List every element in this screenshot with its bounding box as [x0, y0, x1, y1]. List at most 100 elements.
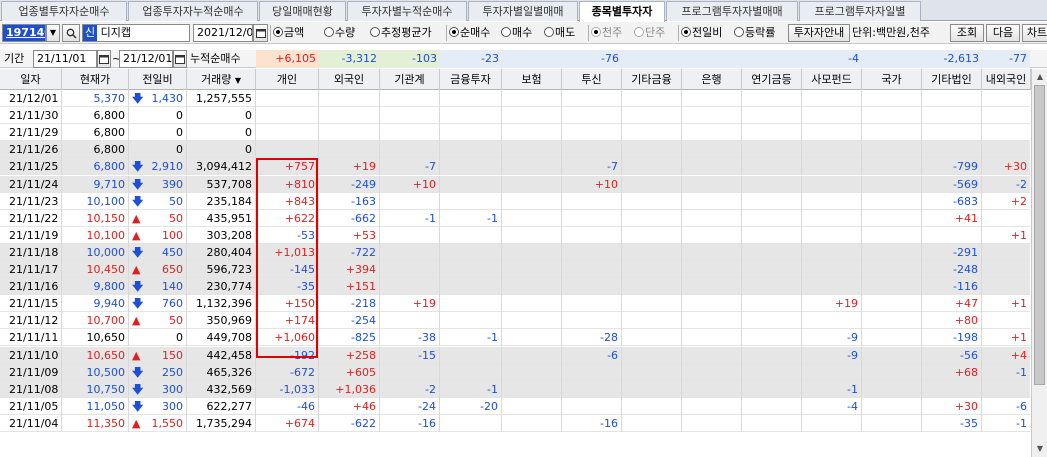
period-from-input[interactable]: 21/11/01 — [33, 50, 97, 68]
col-insurance[interactable]: 보험 — [502, 69, 562, 90]
radio-thousand-shares[interactable]: 천주 — [591, 24, 622, 42]
table-row[interactable]: 21/11/25 6,800 🡇 2,910 3,094,412 +757 +19 -7 -7-… — [0, 158, 1030, 176]
tab-investor-daily[interactable]: 투자자별일별매매 — [468, 1, 578, 21]
col-change[interactable]: 전일비 — [129, 69, 187, 90]
col-bank[interactable]: 은행 — [682, 69, 742, 90]
date-input[interactable]: 2021/12/01 — [193, 24, 253, 42]
calendar-button[interactable] — [253, 24, 268, 42]
radio-net-buy[interactable]: 순매수 — [449, 24, 490, 42]
col-private-fund[interactable]: 사모펀드 — [802, 69, 862, 90]
col-individual[interactable]: 개인 — [256, 69, 319, 90]
col-nation[interactable]: 국가 — [862, 69, 922, 90]
period-to-calendar-button[interactable] — [173, 50, 187, 68]
cell-date: 21/11/25 — [0, 158, 62, 176]
radio-amount[interactable]: 금액 — [273, 24, 304, 42]
cell-etccorp: -569 — [922, 175, 982, 193]
cell-inst: +19 — [380, 295, 440, 313]
table-row[interactable]: 21/12/01 5,370 🡇 1,430 1,257,555 — [0, 90, 1030, 107]
tab-sector-cum-net[interactable]: 업종투자자누적순매수 — [128, 1, 258, 21]
scroll-thumb[interactable] — [1034, 85, 1045, 385]
cell-chg: 🡇 1,430 — [129, 90, 187, 107]
table-row[interactable]: 21/11/26 6,800 0 0 — [0, 141, 1030, 159]
stock-name: 디지캡 — [100, 26, 131, 39]
cell-inst — [380, 261, 440, 278]
col-financial-investment[interactable]: 금융투자 — [440, 69, 502, 90]
cell-etcfin — [622, 261, 682, 278]
cell-ind: -192 — [256, 346, 319, 364]
cell-inst — [380, 278, 440, 296]
cell-pension — [742, 107, 802, 125]
table-row[interactable]: 21/11/18 10,000 🡇 450 280,404 +1,013 -722 -291 — [0, 243, 1030, 261]
radio-unit-shares[interactable]: 단주 — [634, 24, 665, 42]
search-button[interactable] — [62, 24, 80, 42]
cell-pension — [742, 124, 802, 142]
col-other-corp[interactable]: 기타법인 — [922, 69, 982, 90]
table-row[interactable]: 21/11/15 9,940 🡇 760 1,132,396 +150 -218 +19 +19… — [0, 295, 1030, 313]
change-value: 50 — [169, 314, 183, 328]
period-to-input[interactable]: 21/12/01 — [119, 50, 173, 68]
table-row[interactable]: 21/11/09 10,500 🡇 250 465,326 -672 +605 +68 -1 — [0, 363, 1030, 381]
cell-vol: 435,951 — [187, 209, 256, 227]
cell-chg: ▲ 650 — [129, 261, 187, 278]
tab-daily-trade-status[interactable]: 당일매매현황 — [259, 1, 346, 21]
cell-ind: +1,013 — [256, 243, 319, 261]
table-row[interactable]: 21/11/08 10,750 🡇 300 432,569 -1,033 +1,036 -2-… — [0, 380, 1030, 398]
radio-prev-day[interactable]: 전일비 — [681, 24, 722, 42]
query-button[interactable]: 조회 — [950, 24, 984, 42]
investor-guide-button[interactable]: 투자자안내 — [788, 24, 850, 42]
col-foreign[interactable]: 외국인 — [319, 69, 380, 90]
table-row[interactable]: 21/11/04 11,350 ▲ 1,550 1,735,294 +674 -622 -16… — [0, 414, 1030, 432]
table-row[interactable]: 21/11/12 10,700 ▲ 50 350,969 +174 -254 +80 — [0, 312, 1030, 330]
table-row[interactable]: 21/11/29 6,800 0 0 — [0, 124, 1030, 142]
chart-button[interactable]: 차트 — [1022, 24, 1047, 42]
unit-label: 단위:백만원,천주 — [852, 26, 931, 39]
tab-sector-investor-net[interactable]: 업종별투자자순매수 — [1, 1, 127, 21]
scroll-down-icon[interactable]: ▼ — [1035, 444, 1045, 454]
table-row[interactable]: 21/11/30 6,800 0 0 — [0, 107, 1030, 125]
cell-pension — [742, 192, 802, 210]
data-grid[interactable]: 21/12/01 5,370 🡇 1,430 1,257,555 21/11/30 6,80… — [0, 90, 1030, 457]
col-date[interactable]: 일자 — [0, 69, 62, 90]
radio-change-rate[interactable]: 등락률 — [734, 24, 775, 42]
table-row[interactable]: 21/11/16 9,800 🡇 140 230,774 -35 +151 -116 — [0, 278, 1030, 296]
stock-name-field[interactable]: 신 디지캡 — [82, 24, 190, 42]
period-from-calendar-button[interactable] — [97, 50, 111, 68]
col-trust[interactable]: 투신 — [562, 69, 622, 90]
up-triangle-icon: ▲ — [132, 348, 141, 362]
cell-trust: -6 — [562, 346, 622, 364]
table-row[interactable]: 21/11/11 10,650 0 449,708 +1,060 -825 -38 -1 -28… — [0, 329, 1030, 347]
table-row[interactable]: 21/11/05 11,050 🡇 300 622,277 -46 +46 -24 -20 -4 +… — [0, 397, 1030, 415]
cell-etccorp — [922, 141, 982, 159]
table-row[interactable]: 21/11/10 10,650 ▲ 150 442,458 -192 +258 -15 -6 -9… — [0, 346, 1030, 364]
tab-stock-investor[interactable]: 종목별투자자 — [579, 1, 665, 22]
cell-nat — [862, 397, 922, 415]
stock-code-input[interactable]: 197140 — [2, 24, 46, 42]
table-row[interactable]: 21/11/17 10,450 ▲ 650 596,723 -145 +394 -248 — [0, 261, 1030, 278]
col-pension[interactable]: 연기금등 — [742, 69, 802, 90]
code-dropdown-button[interactable]: ▼ — [46, 24, 60, 42]
table-row[interactable]: 21/11/19 10,100 ▲ 100 303,208 -53 +53 +1 — [0, 226, 1030, 244]
cell-vol: 1,257,555 — [187, 90, 256, 107]
col-other-finance[interactable]: 기타금융 — [622, 69, 682, 90]
table-row[interactable]: 21/11/22 10,150 ▲ 50 435,951 +622 -662 -1 -1 +41 — [0, 209, 1030, 227]
radio-sell[interactable]: 매도 — [544, 24, 575, 42]
radio-est-avg[interactable]: 추정평균가 — [370, 24, 432, 42]
cell-dom: -2 — [982, 176, 1030, 193]
table-row[interactable]: 21/11/24 9,710 🡇 390 537,708 +810 -249 +10 +10 -5… — [0, 175, 1030, 193]
next-button[interactable]: 다음 — [986, 24, 1020, 42]
tab-program-daily[interactable]: 프로그램투자자일별 — [799, 1, 921, 21]
up-triangle-icon: ▲ — [132, 211, 141, 225]
radio-buy[interactable]: 매수 — [501, 24, 532, 42]
col-domestic-foreign[interactable]: 내외국인 — [982, 69, 1031, 90]
col-price[interactable]: 현재가 — [62, 69, 129, 90]
radio-quantity[interactable]: 수량 — [324, 24, 355, 42]
cell-fin — [440, 261, 502, 278]
col-volume[interactable]: 거래량 ▼ — [187, 69, 256, 90]
table-row[interactable]: 21/11/23 10,100 🡇 50 235,184 +843 -163 -683 +2 — [0, 192, 1030, 210]
scroll-up-icon[interactable]: ▲ — [1035, 72, 1045, 82]
col-institution[interactable]: 기관계 — [380, 69, 440, 90]
vertical-scrollbar[interactable]: ▲ ▼ — [1031, 69, 1047, 457]
tab-program-investor[interactable]: 프로그램투자자별매매 — [666, 1, 798, 21]
sort-down-icon[interactable]: ▼ — [235, 76, 241, 85]
tab-investor-cum-net[interactable]: 투자자별누적순매수 — [347, 1, 467, 21]
